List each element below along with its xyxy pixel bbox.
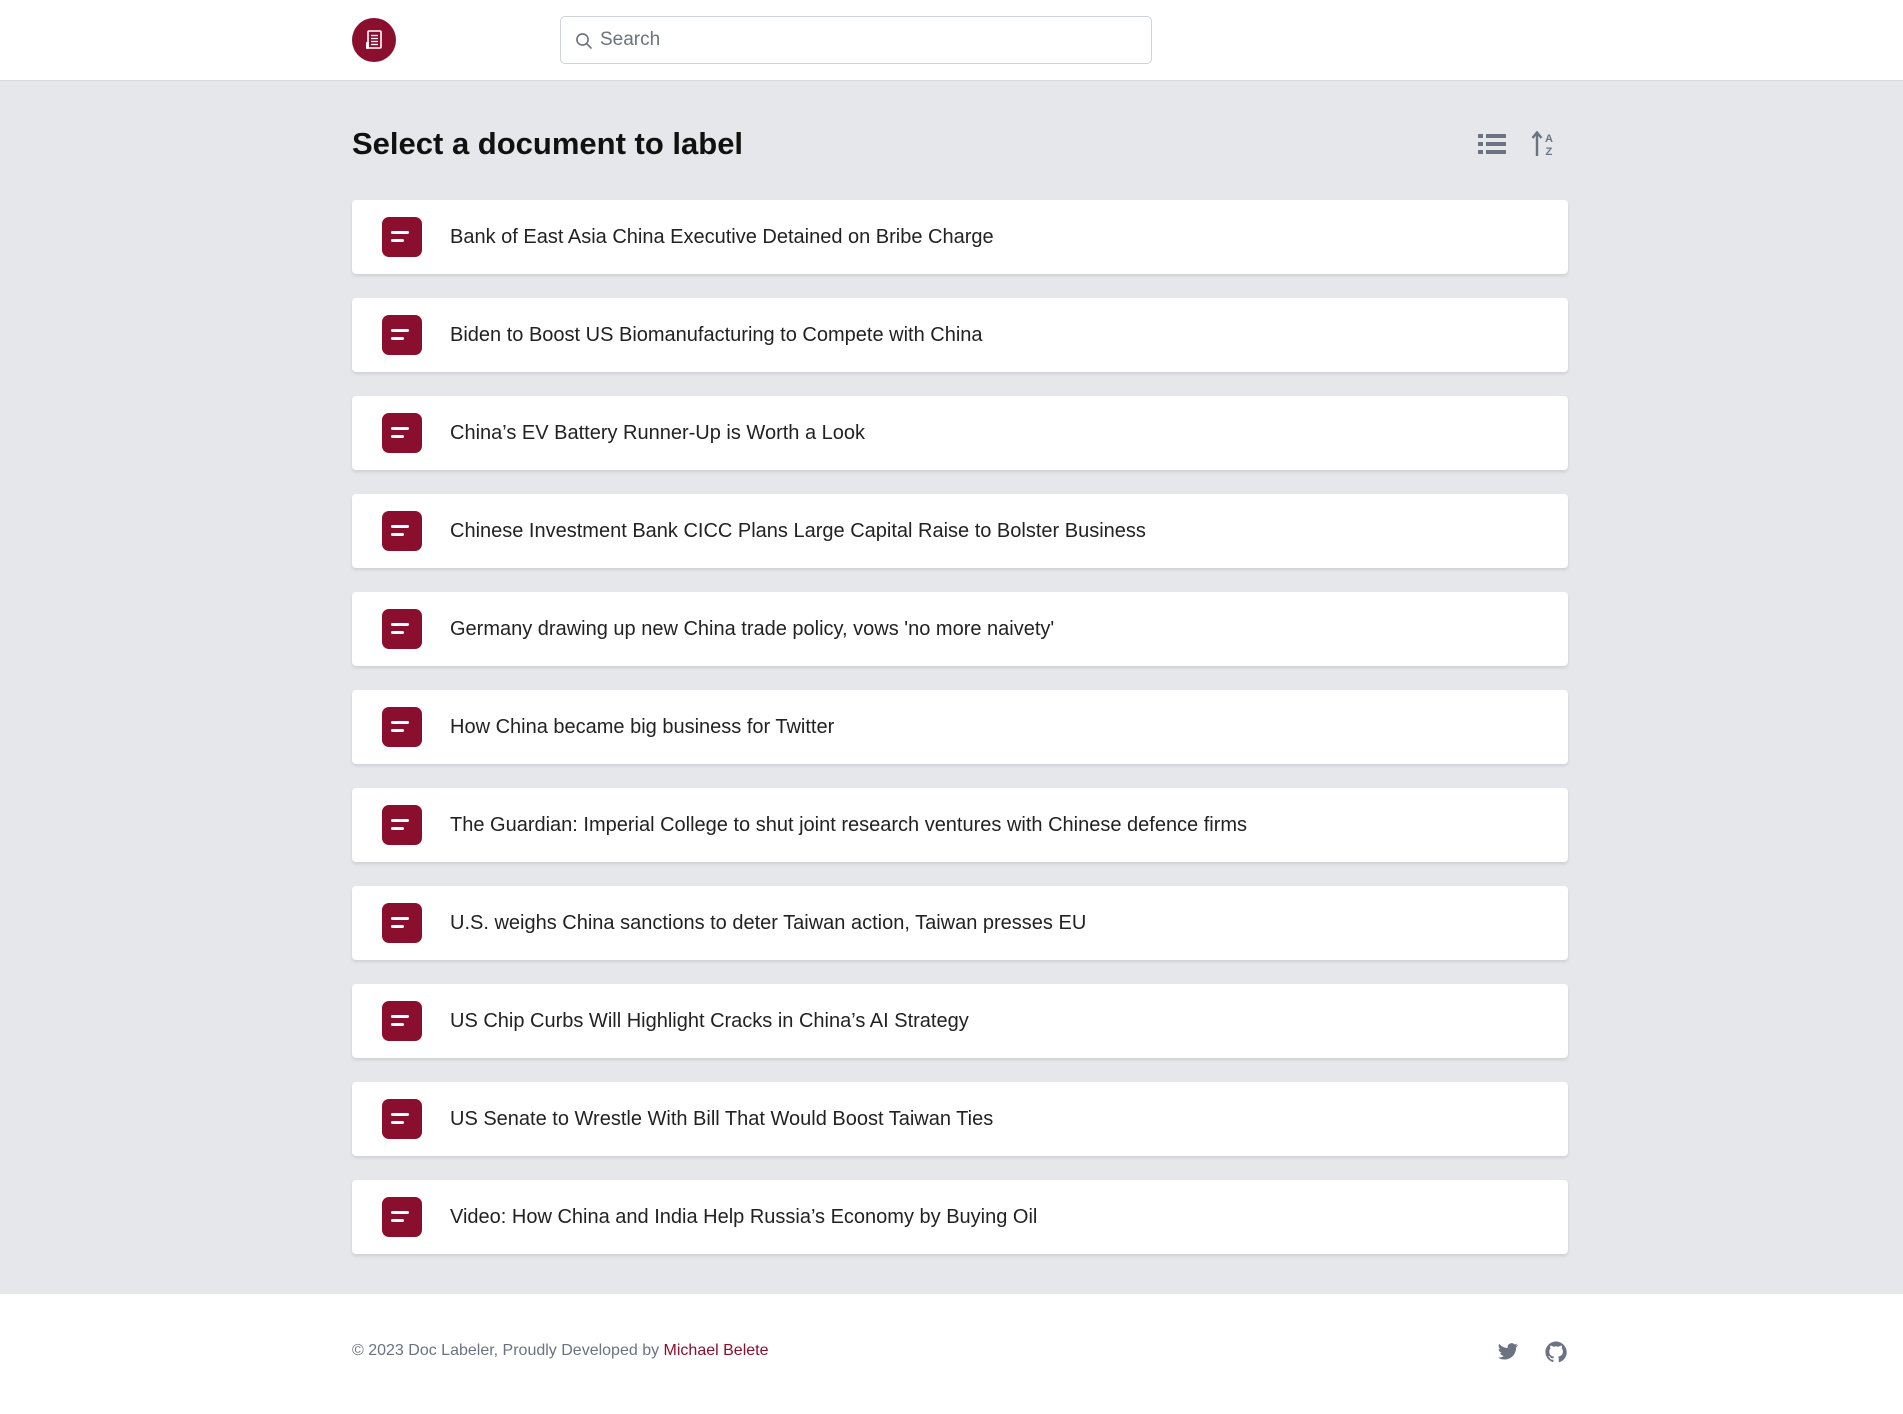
document-item[interactable]: The Guardian: Imperial College to shut j… — [352, 788, 1568, 862]
document-title: The Guardian: Imperial College to shut j… — [450, 813, 1248, 836]
document-icon — [382, 315, 422, 355]
github-link[interactable] — [1544, 1340, 1568, 1364]
sort-button[interactable]: A Z — [1526, 126, 1562, 162]
document-title: Bank of East Asia China Executive Detain… — [450, 225, 994, 248]
page-title: Select a document to label — [352, 126, 744, 161]
document-icon — [382, 805, 422, 845]
document-item[interactable]: Bank of East Asia China Executive Detain… — [352, 200, 1568, 274]
top-header — [0, 0, 1903, 81]
document-icon — [382, 1001, 422, 1041]
document-title: Germany drawing up new China trade polic… — [450, 617, 1055, 640]
document-icon — [382, 903, 422, 943]
document-icon — [382, 217, 422, 257]
document-item[interactable]: US Chip Curbs Will Highlight Cracks in C… — [352, 984, 1568, 1058]
search-input[interactable] — [561, 17, 1151, 63]
document-title: Video: How China and India Help Russia’s… — [450, 1205, 1038, 1228]
document-title: Chinese Investment Bank CICC Plans Large… — [450, 519, 1146, 542]
document-item[interactable]: Biden to Boost US Biomanufacturing to Co… — [352, 298, 1568, 372]
document-icon — [382, 609, 422, 649]
document-item[interactable]: US Senate to Wrestle With Bill That Woul… — [352, 1082, 1568, 1156]
author-link[interactable]: Michael Belete — [664, 1342, 769, 1359]
document-icon — [382, 413, 422, 453]
copyright-text: © 2023 Doc Labeler, Proudly Developed by — [352, 1342, 664, 1359]
document-icon — [382, 707, 422, 747]
document-icon — [366, 30, 382, 49]
list-view-button[interactable] — [1474, 126, 1510, 162]
document-title: U.S. weighs China sanctions to deter Tai… — [450, 911, 1087, 934]
twitter-link[interactable] — [1496, 1340, 1520, 1364]
document-icon — [382, 511, 422, 551]
document-title: US Chip Curbs Will Highlight Cracks in C… — [450, 1009, 969, 1032]
document-title: Biden to Boost US Biomanufacturing to Co… — [450, 323, 983, 346]
document-list: Bank of East Asia China Executive Detain… — [352, 200, 1568, 1278]
document-title: US Senate to Wrestle With Bill That Woul… — [450, 1107, 994, 1130]
document-item[interactable]: Video: How China and India Help Russia’s… — [352, 1180, 1568, 1254]
document-title: China’s EV Battery Runner-Up is Worth a … — [450, 421, 866, 444]
document-item[interactable]: Chinese Investment Bank CICC Plans Large… — [352, 494, 1568, 568]
document-item[interactable]: China’s EV Battery Runner-Up is Worth a … — [352, 396, 1568, 470]
document-icon — [382, 1197, 422, 1237]
twitter-icon — [1497, 1343, 1518, 1360]
search-box — [560, 16, 1152, 64]
list-icon — [1478, 134, 1506, 154]
document-icon — [382, 1099, 422, 1139]
sort-alpha-icon: A Z — [1531, 130, 1553, 158]
document-item[interactable]: How China became big business for Twitte… — [352, 690, 1568, 764]
search-icon — [576, 33, 592, 49]
document-title: How China became big business for Twitte… — [450, 715, 835, 738]
footer: © 2023 Doc Labeler, Proudly Developed by… — [0, 1294, 1903, 1414]
document-item[interactable]: Germany drawing up new China trade polic… — [352, 592, 1568, 666]
svg-text:A: A — [1545, 133, 1553, 145]
app-logo[interactable] — [352, 18, 396, 62]
github-icon — [1545, 1341, 1567, 1363]
footer-copyright: © 2023 Doc Labeler, Proudly Developed by… — [352, 1342, 769, 1360]
document-item[interactable]: U.S. weighs China sanctions to deter Tai… — [352, 886, 1568, 960]
svg-text:Z: Z — [1546, 146, 1553, 158]
